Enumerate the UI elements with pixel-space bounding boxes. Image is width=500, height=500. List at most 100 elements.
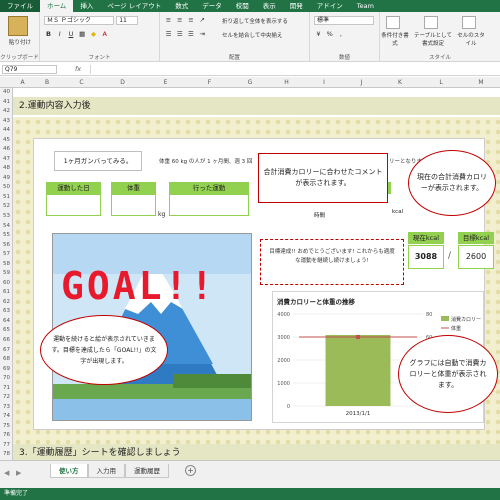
row-header[interactable]: 54 xyxy=(0,222,13,232)
row-header[interactable]: 72 xyxy=(0,393,13,403)
column-header[interactable]: L xyxy=(420,77,462,88)
row-header[interactable]: 58 xyxy=(0,260,13,270)
column-header[interactable]: K xyxy=(380,77,420,88)
sheet-tab[interactable]: 入力用 xyxy=(87,464,125,478)
underline-button[interactable]: U xyxy=(66,30,75,39)
row-header[interactable]: 73 xyxy=(0,403,13,413)
row-header[interactable]: 74 xyxy=(0,412,13,422)
font-size-select[interactable]: 11 xyxy=(116,16,139,25)
ribbon-tab[interactable]: 数式 xyxy=(168,0,195,12)
row-header[interactable]: 45 xyxy=(0,136,13,146)
row-header[interactable]: 71 xyxy=(0,384,13,394)
row-header[interactable]: 41 xyxy=(0,98,13,108)
row-header[interactable]: 62 xyxy=(0,298,13,308)
ribbon-tab[interactable]: 開発 xyxy=(283,0,310,12)
add-sheet-icon[interactable]: + xyxy=(185,465,196,476)
indent-icon[interactable]: ⇥ xyxy=(198,30,207,39)
row-header[interactable]: 59 xyxy=(0,269,13,279)
row-header[interactable]: 44 xyxy=(0,126,13,136)
exercise-input[interactable] xyxy=(169,194,249,216)
formula-input[interactable] xyxy=(90,65,496,74)
column-header[interactable]: I xyxy=(305,77,343,88)
table-format-button[interactable]: テーブルとして書式設定 xyxy=(413,31,453,47)
column-header[interactable]: D xyxy=(101,77,144,88)
row-header[interactable]: 40 xyxy=(0,88,13,98)
row-header[interactable]: 65 xyxy=(0,326,13,336)
weight-input[interactable] xyxy=(111,194,156,216)
row-header[interactable]: 64 xyxy=(0,317,13,327)
ribbon-tab[interactable]: Team xyxy=(350,0,381,12)
goal-text-cell[interactable]: 1ヶ月ガンバってみる。 xyxy=(54,151,142,171)
ribbon-tab[interactable]: ホーム xyxy=(40,0,74,12)
cell-style-icon[interactable] xyxy=(462,16,476,29)
align-bottom-icon[interactable]: ≡ xyxy=(186,16,195,25)
ribbon-tab[interactable]: アドイン xyxy=(310,0,350,12)
row-header[interactable]: 46 xyxy=(0,145,13,155)
cell-style-button[interactable]: セルのスタイル xyxy=(456,31,486,47)
align-center-icon[interactable]: ☰ xyxy=(175,30,184,39)
ribbon-tab[interactable]: ページ レイアウト xyxy=(100,0,168,12)
row-header[interactable]: 47 xyxy=(0,155,13,165)
row-header[interactable]: 56 xyxy=(0,241,13,251)
row-header[interactable]: 69 xyxy=(0,365,13,375)
wrap-text-button[interactable]: 折り返して全体を表示する xyxy=(222,17,288,25)
font-name-select[interactable]: ＭＳ Ｐゴシック xyxy=(44,16,114,25)
align-left-icon[interactable]: ☰ xyxy=(164,30,173,39)
conditional-format-button[interactable]: 条件付き書式 xyxy=(380,31,410,47)
row-header[interactable]: 60 xyxy=(0,279,13,289)
percent-icon[interactable]: % xyxy=(325,30,334,39)
date-input[interactable] xyxy=(46,194,101,216)
row-header[interactable]: 77 xyxy=(0,441,13,451)
column-header[interactable]: M xyxy=(462,77,500,88)
ribbon-tab[interactable]: 表示 xyxy=(256,0,283,12)
merge-center-button[interactable]: セルを結合して中央揃え xyxy=(222,31,282,39)
column-header[interactable]: J xyxy=(343,77,380,88)
ribbon-tab[interactable]: 挿入 xyxy=(73,0,100,12)
paste-button[interactable]: 貼り付け xyxy=(0,38,40,46)
sheet-tab[interactable]: 使い方 xyxy=(50,464,88,478)
align-middle-icon[interactable]: ≡ xyxy=(175,16,184,25)
row-header[interactable]: 78 xyxy=(0,450,13,460)
row-header[interactable]: 55 xyxy=(0,231,13,241)
italic-button[interactable]: I xyxy=(55,30,64,39)
column-header[interactable]: A xyxy=(13,77,32,88)
comma-icon[interactable]: , xyxy=(336,30,345,39)
currency-icon[interactable]: ¥ xyxy=(314,30,323,39)
ribbon-tab[interactable]: 校閲 xyxy=(229,0,256,12)
table-format-icon[interactable] xyxy=(424,16,438,29)
column-header[interactable]: H xyxy=(268,77,305,88)
row-header[interactable]: 61 xyxy=(0,288,13,298)
row-header[interactable]: 43 xyxy=(0,117,13,127)
ribbon-tab[interactable]: ファイル xyxy=(0,0,40,12)
sheet-tab[interactable]: 運動履歴 xyxy=(125,464,169,478)
row-header[interactable]: 51 xyxy=(0,193,13,203)
prev-sheet-icon[interactable]: ◀ xyxy=(4,469,9,477)
row-header[interactable]: 67 xyxy=(0,346,13,356)
row-header[interactable]: 75 xyxy=(0,422,13,432)
column-header[interactable]: G xyxy=(232,77,268,88)
column-header[interactable]: E xyxy=(144,77,187,88)
fx-icon[interactable]: fx xyxy=(75,65,81,73)
paste-icon[interactable] xyxy=(8,16,28,36)
ribbon-tab[interactable]: データ xyxy=(195,0,229,12)
bold-button[interactable]: B xyxy=(44,30,53,39)
column-header[interactable]: F xyxy=(187,77,232,88)
row-header[interactable]: 76 xyxy=(0,431,13,441)
conditional-format-icon[interactable] xyxy=(386,16,400,29)
row-header[interactable]: 52 xyxy=(0,202,13,212)
fill-color-icon[interactable]: ◆ xyxy=(89,30,98,39)
orientation-icon[interactable]: ↗ xyxy=(198,16,207,25)
align-top-icon[interactable]: ≡ xyxy=(164,16,173,25)
row-header[interactable]: 48 xyxy=(0,164,13,174)
next-sheet-icon[interactable]: ▶ xyxy=(16,469,21,477)
row-header[interactable]: 68 xyxy=(0,355,13,365)
number-format-select[interactable]: 標準 xyxy=(314,16,374,25)
name-box[interactable]: Q79 xyxy=(2,65,57,74)
row-header[interactable]: 63 xyxy=(0,307,13,317)
row-header[interactable]: 42 xyxy=(0,107,13,117)
font-color-icon[interactable]: A xyxy=(100,30,109,39)
column-header[interactable]: B xyxy=(32,77,62,88)
column-header[interactable]: C xyxy=(62,77,101,88)
row-header[interactable]: 66 xyxy=(0,336,13,346)
align-right-icon[interactable]: ☰ xyxy=(186,30,195,39)
